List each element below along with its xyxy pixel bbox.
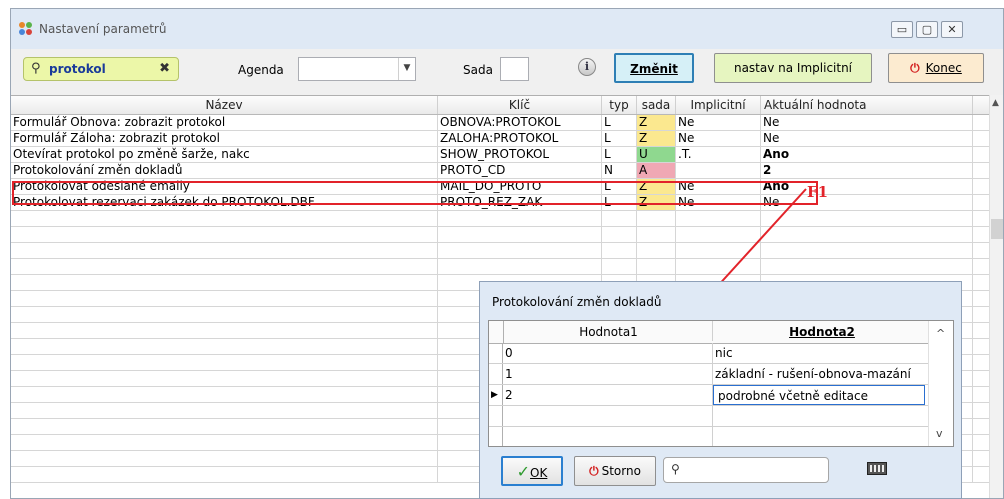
dialog-grid-header: Hodnota1 Hodnota2 (489, 321, 953, 344)
search-icon: ⚲ (671, 462, 680, 476)
col-value2[interactable]: Hodnota2 (713, 321, 929, 341)
cell-value2-editing[interactable]: podrobné včetně editace (713, 385, 925, 405)
list-item[interactable]: 1 základní - rušení-obnova-mazání (489, 364, 929, 385)
list-item (489, 427, 929, 446)
row-indicator (489, 343, 503, 363)
cell-value1: 0 (503, 343, 713, 363)
dialog-grid: Hodnota1 Hodnota2 0 nic 1 základní - ruš… (488, 320, 954, 447)
ok-button[interactable]: ✓OK (501, 456, 563, 486)
cancel-button[interactable]: ⏻ Storno (574, 456, 656, 486)
list-item[interactable]: ▶ 2 podrobné včetně editace (489, 385, 929, 406)
calculator-icon[interactable] (867, 462, 887, 475)
row-indicator (489, 406, 503, 426)
col-value1[interactable]: Hodnota1 (503, 321, 713, 341)
chevron-up-icon[interactable]: ^ (936, 327, 945, 340)
row-indicator (489, 364, 503, 384)
list-item (489, 406, 929, 427)
cell-value1 (503, 427, 713, 446)
ok-label: OK (530, 466, 548, 480)
cell-value1: 1 (503, 364, 713, 384)
cancel-label: Storno (601, 464, 641, 478)
dialog-title: Protokolování změn dokladů (492, 295, 662, 309)
cell-value1 (503, 406, 713, 426)
power-icon: ⏻ (589, 464, 599, 478)
row-indicator-header (489, 321, 504, 343)
value-dialog: Protokolování změn dokladů Hodnota1 Hodn… (479, 281, 962, 499)
cell-value1: 2 (503, 385, 713, 405)
cell-value2: základní - rušení-obnova-mazání (715, 367, 911, 381)
checkmark-icon: ✓ (516, 462, 531, 481)
list-item[interactable]: 0 nic (489, 343, 929, 364)
chevron-down-icon[interactable]: v (936, 427, 943, 440)
dialog-scrollbar[interactable]: ^ v (928, 321, 953, 446)
cell-value2: nic (715, 346, 733, 360)
current-row-marker-icon: ▶ (489, 385, 503, 405)
row-indicator (489, 427, 503, 446)
dialog-search-box[interactable]: ⚲ (663, 457, 829, 483)
